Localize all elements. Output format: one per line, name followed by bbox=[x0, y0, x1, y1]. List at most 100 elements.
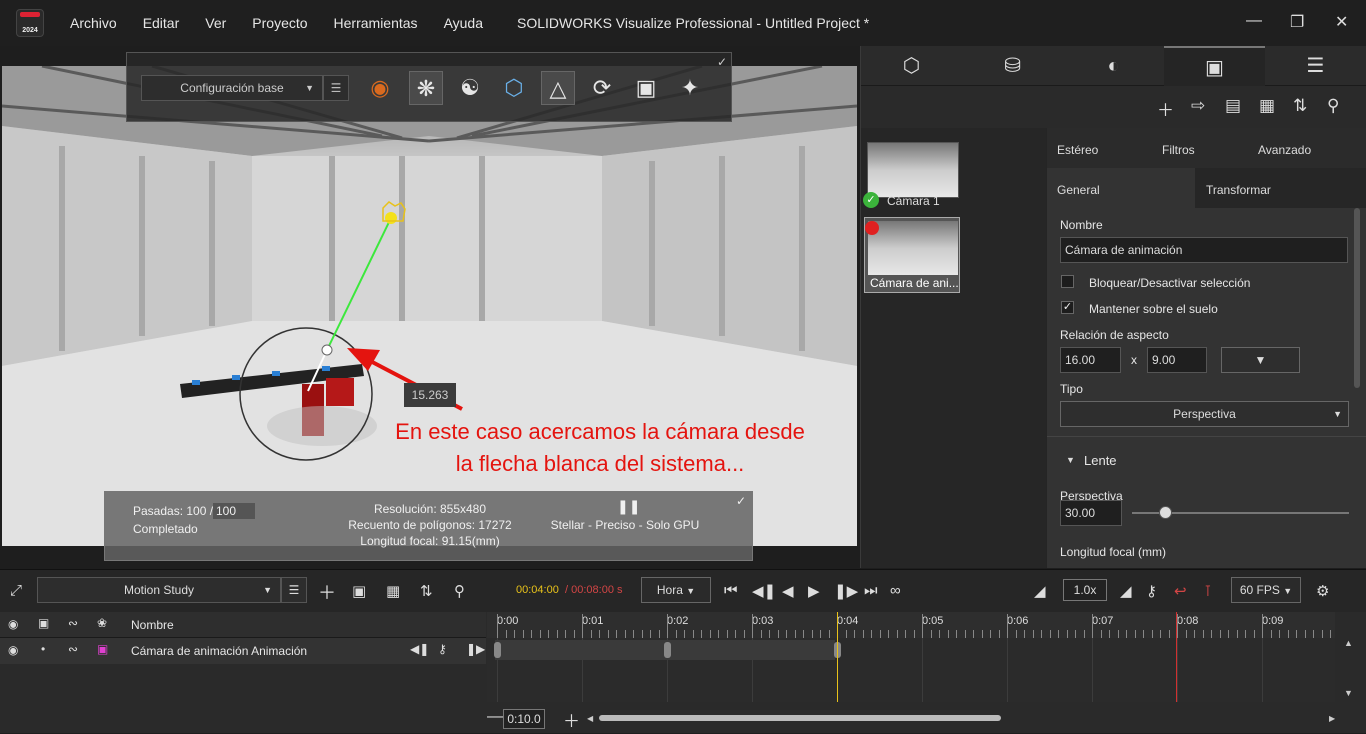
tab-transformar[interactable]: Transformar bbox=[1195, 168, 1366, 208]
lens-section-title[interactable]: Lente bbox=[1084, 453, 1117, 468]
loop-icon[interactable]: ∞ bbox=[890, 582, 901, 599]
brain-icon[interactable]: ❋ bbox=[409, 71, 443, 105]
grid-view-icon[interactable]: ▦ bbox=[386, 582, 400, 600]
tab-environment-landscape-icon[interactable]: ◐ bbox=[1063, 46, 1164, 86]
export-icon[interactable]: ⇨ bbox=[1191, 96, 1205, 116]
keyframe[interactable] bbox=[664, 642, 671, 658]
add-icon[interactable]: ＋ bbox=[318, 579, 336, 605]
menu-proyecto[interactable]: Proyecto bbox=[252, 15, 307, 31]
refresh-icon[interactable]: ⟳ bbox=[585, 71, 619, 105]
slow-icon[interactable]: ◢ bbox=[1034, 582, 1046, 600]
object-type-icon[interactable]: ❀ bbox=[97, 616, 107, 630]
close-icon[interactable]: ✕ bbox=[1335, 12, 1348, 32]
minimize-icon[interactable]: — bbox=[1246, 12, 1262, 30]
key-icon[interactable]: ⚷ bbox=[1146, 582, 1157, 600]
menu-archivo[interactable]: Archivo bbox=[70, 15, 117, 31]
skip-start-icon[interactable]: ⏮ bbox=[724, 582, 738, 599]
tab-materials-cylinder-icon[interactable]: ⛁ bbox=[962, 46, 1063, 86]
visibility-eye-icon[interactable]: ◉ bbox=[8, 643, 18, 657]
pin-icon[interactable]: ✓ bbox=[717, 55, 727, 69]
speed-input[interactable]: 1.0x bbox=[1063, 579, 1107, 601]
skip-end-icon[interactable]: ⏭ bbox=[864, 582, 878, 599]
fps-dropdown[interactable]: 60 FPS ▼ bbox=[1231, 577, 1301, 603]
restore-icon[interactable]: ❐ bbox=[1290, 12, 1304, 32]
cube-select-icon[interactable]: ⬡ bbox=[497, 71, 531, 105]
curve-icon[interactable]: ∾ bbox=[68, 642, 78, 656]
keep-on-ground-checkbox[interactable]: ✓ bbox=[1061, 301, 1074, 314]
collapse-arrows-icon[interactable]: ⤢ bbox=[10, 582, 22, 599]
tab-filtros[interactable]: Filtros bbox=[1162, 143, 1195, 157]
slider-knob[interactable] bbox=[1158, 506, 1172, 519]
collapse-arrow-icon[interactable]: ▼ bbox=[1066, 455, 1075, 465]
zoom-out-icon[interactable]: — bbox=[487, 708, 503, 726]
timeline-settings-icon[interactable]: ⚙ bbox=[1316, 582, 1329, 600]
curve-icon[interactable]: ∾ bbox=[68, 616, 78, 630]
out-marker-icon[interactable]: ⊺ bbox=[1204, 582, 1212, 600]
scroll-left-icon[interactable]: ◀ bbox=[587, 714, 593, 723]
camera-type-dropdown[interactable]: Perspectiva ▼ bbox=[1060, 401, 1349, 427]
camera-item[interactable]: ✓ Cámara 1 bbox=[863, 142, 961, 212]
aspect-preset-dropdown[interactable]: ▼ bbox=[1221, 347, 1300, 373]
time-ruler[interactable]: 0:00 0:01 0:02 0:03 0:04 0:05 0:06 0:07 0:08 0:09 bbox=[487, 612, 1335, 638]
tab-avanzado[interactable]: Avanzado bbox=[1258, 143, 1311, 157]
study-menu-button[interactable]: ☰ bbox=[281, 577, 307, 603]
table-row[interactable]: ◉ • ∾ ▣ Cámara de animación Animación ◀❚… bbox=[0, 638, 486, 664]
prev-key-icon[interactable]: ◀❚ bbox=[752, 582, 776, 600]
camera-name-input[interactable]: Cámara de animación bbox=[1060, 237, 1348, 263]
menu-ayuda[interactable]: Ayuda bbox=[444, 15, 483, 31]
perspective-input[interactable]: 30.00 bbox=[1060, 500, 1122, 526]
menu-herramientas[interactable]: Herramientas bbox=[334, 15, 418, 31]
prev-key-icon[interactable]: ◀❚ bbox=[410, 642, 429, 656]
search-icon[interactable]: ⚲ bbox=[1327, 96, 1339, 116]
zoom-in-icon[interactable]: ＋ bbox=[563, 707, 580, 732]
passes-input[interactable]: 100 bbox=[213, 503, 255, 519]
camera-item-selected[interactable]: Cámara de ani... bbox=[864, 217, 960, 293]
track-area[interactable] bbox=[487, 612, 1335, 702]
tab-general[interactable]: General bbox=[1047, 168, 1195, 208]
in-marker-icon[interactable]: ↩ bbox=[1174, 582, 1187, 600]
visibility-eye-icon[interactable]: ◉ bbox=[8, 617, 18, 631]
menu-editar[interactable]: Editar bbox=[143, 15, 180, 31]
sort-icon[interactable]: ⇅ bbox=[420, 582, 433, 600]
view-layout-icon[interactable]: ▤ bbox=[1225, 96, 1241, 116]
fast-icon[interactable]: ◢ bbox=[1120, 582, 1132, 600]
grid-view-icon[interactable]: ▦ bbox=[1259, 96, 1275, 116]
tab-libraries-columns-icon[interactable]: ☰ bbox=[1265, 46, 1366, 86]
aspect-height-input[interactable]: 9.00 bbox=[1147, 347, 1207, 373]
turntable-icon[interactable]: ☯ bbox=[453, 71, 487, 105]
scroll-down-icon[interactable]: ▼ bbox=[1344, 688, 1353, 698]
configuration-menu-button[interactable]: ☰ bbox=[323, 75, 349, 101]
app-logo[interactable]: 2024 bbox=[16, 9, 44, 37]
next-key-icon[interactable]: ❚▶ bbox=[466, 642, 485, 656]
menu-ver[interactable]: Ver bbox=[205, 15, 226, 31]
playhead[interactable] bbox=[837, 612, 838, 702]
search-icon[interactable]: ⚲ bbox=[454, 582, 465, 600]
clapper-icon[interactable]: ▣ bbox=[352, 582, 366, 600]
tab-estereo[interactable]: Estéreo bbox=[1057, 143, 1098, 157]
key-icon[interactable]: ⚷ bbox=[438, 642, 447, 656]
motion-study-dropdown[interactable]: Motion Study ▼ bbox=[37, 577, 281, 603]
end-marker[interactable] bbox=[1176, 612, 1177, 702]
sort-icon[interactable]: ⇅ bbox=[1293, 96, 1307, 116]
transform-gizmo-icon[interactable]: △ bbox=[541, 71, 575, 105]
time-unit-dropdown[interactable]: Hora ▼ bbox=[641, 577, 711, 603]
horizontal-scrollbar[interactable] bbox=[599, 715, 1001, 721]
play-icon[interactable]: ▶ bbox=[808, 582, 820, 600]
scroll-right-icon[interactable]: ▶ bbox=[1329, 714, 1335, 723]
perspective-slider[interactable] bbox=[1132, 506, 1349, 519]
scrollbar[interactable] bbox=[1354, 208, 1360, 388]
lock-icon[interactable]: ▣ bbox=[38, 616, 49, 630]
tab-models-cube-icon[interactable]: ⬡ bbox=[861, 46, 962, 86]
configuration-dropdown[interactable]: Configuración base ▼ bbox=[141, 75, 323, 101]
scroll-up-icon[interactable]: ▲ bbox=[1344, 638, 1353, 648]
keyframe[interactable] bbox=[494, 642, 501, 658]
step-back-icon[interactable]: ◀ bbox=[782, 582, 794, 600]
target-icon[interactable]: ◉ bbox=[363, 71, 397, 105]
zoom-input[interactable]: 0:10.0 bbox=[503, 709, 545, 729]
lock-checkbox[interactable] bbox=[1061, 275, 1074, 288]
aspect-width-input[interactable]: 16.00 bbox=[1060, 347, 1121, 373]
tab-cameras-camera-icon[interactable]: ▣ bbox=[1164, 46, 1265, 86]
resize-box-icon[interactable]: ▣ bbox=[629, 71, 663, 105]
camera-magic-icon[interactable]: ✦ bbox=[673, 71, 707, 105]
pin-icon[interactable]: ✓ bbox=[736, 494, 746, 508]
